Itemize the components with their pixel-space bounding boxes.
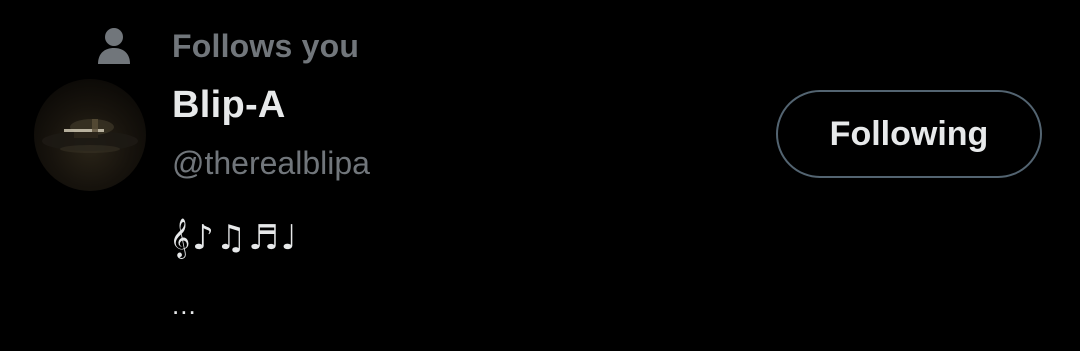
follows-you-label: Follows you bbox=[172, 27, 360, 64]
avatar[interactable] bbox=[34, 79, 146, 191]
follows-you-row: Follows you bbox=[96, 22, 359, 70]
bio-more-ellipsis: ... bbox=[172, 290, 197, 320]
user-bio: 𝄞♪♫♬♩ bbox=[170, 218, 299, 258]
user-handle[interactable]: @therealblipa bbox=[172, 145, 370, 182]
person-icon bbox=[96, 26, 132, 66]
display-name[interactable]: Blip-A bbox=[172, 84, 286, 127]
user-cell[interactable]: Follows you Blip-A @therealblipa 𝄞♪♫♬♩ .… bbox=[0, 0, 1080, 351]
following-button[interactable]: Following bbox=[776, 90, 1042, 178]
